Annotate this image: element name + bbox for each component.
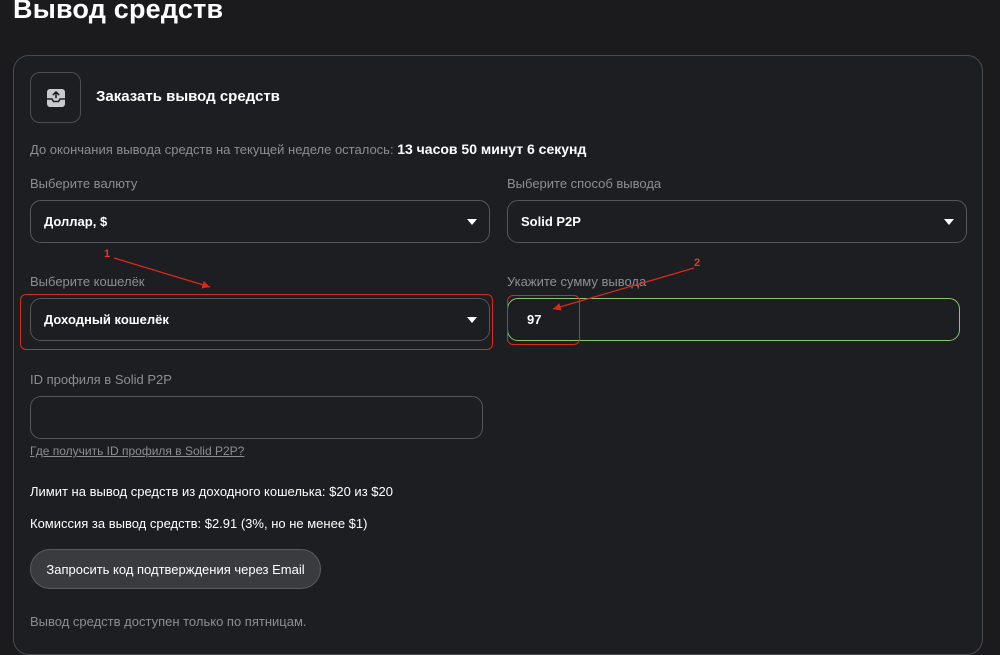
chevron-down-icon	[467, 218, 477, 225]
amount-label: Укажите сумму вывода	[507, 274, 647, 289]
wallet-label: Выберите кошелёк	[30, 274, 145, 289]
chevron-down-icon	[944, 218, 954, 225]
commission-text: Комиссия за вывод средств: $2.91 (3%, но…	[30, 516, 368, 531]
timer-row: До окончания вывода средств на текущей н…	[30, 141, 586, 157]
method-select[interactable]: Solid P2P	[507, 200, 967, 243]
page-title: Вывод средств	[13, 0, 224, 24]
wallet-selected-value: Доходный кошелёк	[44, 312, 169, 327]
card-title: Заказать вывод средств	[96, 88, 280, 105]
profile-id-label: ID профиля в Solid P2P	[30, 372, 172, 387]
timer-label: До окончания вывода средств на текущей н…	[30, 142, 394, 157]
currency-selected-value: Доллар, $	[44, 214, 108, 229]
profile-id-input[interactable]	[30, 396, 483, 439]
method-selected-value: Solid P2P	[521, 214, 581, 229]
footer-note: Вывод средств доступен только по пятница…	[30, 614, 307, 629]
amount-value: 97	[527, 312, 542, 327]
upload-icon-glyph	[46, 88, 65, 107]
annotation-marker-2: 2	[694, 257, 701, 269]
upload-icon	[30, 72, 81, 123]
currency-select[interactable]: Доллар, $	[30, 200, 490, 243]
wallet-select[interactable]: Доходный кошелёк	[30, 298, 490, 341]
currency-label: Выберите валюту	[30, 176, 138, 191]
timer-value: 13 часов 50 минут 6 секунд	[397, 141, 587, 157]
annotation-marker-1: 1	[104, 248, 111, 260]
amount-input[interactable]: 97	[507, 298, 960, 341]
profile-id-help-link[interactable]: Где получить ID профиля в Solid P2P?	[30, 444, 244, 458]
request-email-code-button[interactable]: Запросить код подтверждения через Email	[30, 549, 321, 589]
method-label: Выберите способ вывода	[507, 176, 662, 191]
limit-text: Лимит на вывод средств из доходного коше…	[30, 484, 393, 499]
chevron-down-icon	[467, 316, 477, 323]
